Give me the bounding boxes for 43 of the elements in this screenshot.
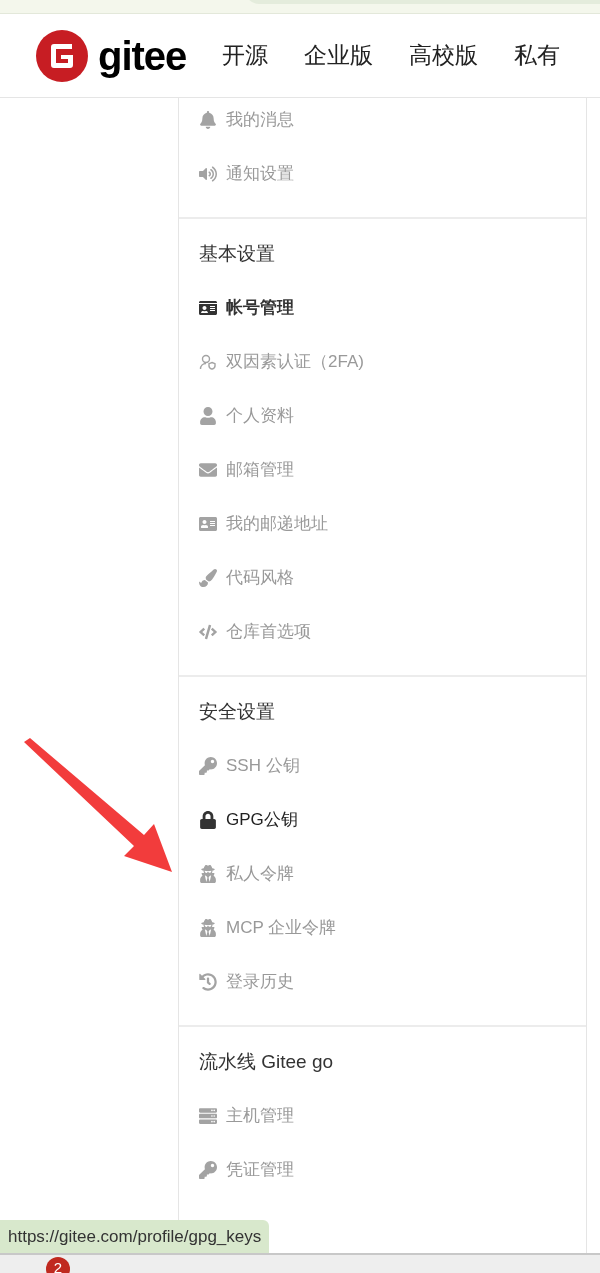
id-card-icon	[199, 515, 217, 533]
sidebar-item[interactable]: 邮箱管理	[199, 443, 566, 497]
sidebar-item[interactable]: SSH 公钥	[199, 739, 566, 793]
key-icon	[199, 1161, 217, 1179]
sidebar-item[interactable]: MCP 企业令牌	[199, 901, 566, 955]
nav-link[interactable]: 私有	[514, 38, 561, 73]
sidebar-item[interactable]: 帐号管理	[199, 281, 566, 335]
key-icon	[199, 757, 217, 775]
sidebar-item[interactable]: 主机管理	[199, 1089, 566, 1143]
sidebar-item[interactable]: 凭证管理	[199, 1143, 566, 1197]
section-heading: 基本设置	[199, 241, 276, 266]
sidebar-item[interactable]: GPG公钥	[199, 793, 566, 847]
notification-badge: 2	[46, 1257, 70, 1273]
nav-link[interactable]: 高校版	[409, 38, 479, 73]
sidebar-item[interactable]: 双因素认证（2FA)	[199, 335, 566, 389]
code-icon	[199, 623, 217, 641]
sidebar-item[interactable]: 仓库首选项	[199, 605, 566, 659]
gitee-logo-icon[interactable]	[36, 29, 88, 82]
id-card-icon	[199, 299, 217, 317]
user-icon	[199, 407, 217, 425]
sidebar-item[interactable]: 代码风格	[199, 551, 566, 605]
section-heading: 流水线 Gitee go	[199, 1049, 335, 1074]
sidebar-item[interactable]: 私人令牌	[199, 847, 566, 901]
nav-link[interactable]: 企业版	[304, 38, 374, 73]
logo-wordmark[interactable]: gitee	[98, 35, 187, 76]
history-icon	[199, 973, 217, 991]
envelope-icon	[199, 461, 217, 479]
sidebar-item[interactable]: 通知设置	[199, 147, 566, 201]
user-shield-icon	[199, 353, 217, 371]
lock-icon	[199, 811, 217, 829]
sidebar-item[interactable]: 我的消息	[199, 93, 566, 147]
sidebar-item[interactable]: 登录历史	[199, 955, 566, 1009]
speaker-icon	[199, 165, 217, 183]
sidebar-item[interactable]: 我的邮递地址	[199, 497, 566, 551]
server-icon	[199, 1107, 217, 1125]
section-heading: 安全设置	[199, 699, 276, 724]
sidebar-item[interactable]: 个人资料	[199, 389, 566, 443]
spy-icon	[199, 919, 217, 937]
status-url-tooltip: https://gitee.com/profile/gpg_keys	[0, 1220, 270, 1253]
brush-icon	[199, 569, 217, 587]
bell-icon	[199, 111, 217, 129]
spy-icon	[199, 865, 217, 883]
nav-link[interactable]: 开源	[222, 38, 269, 73]
